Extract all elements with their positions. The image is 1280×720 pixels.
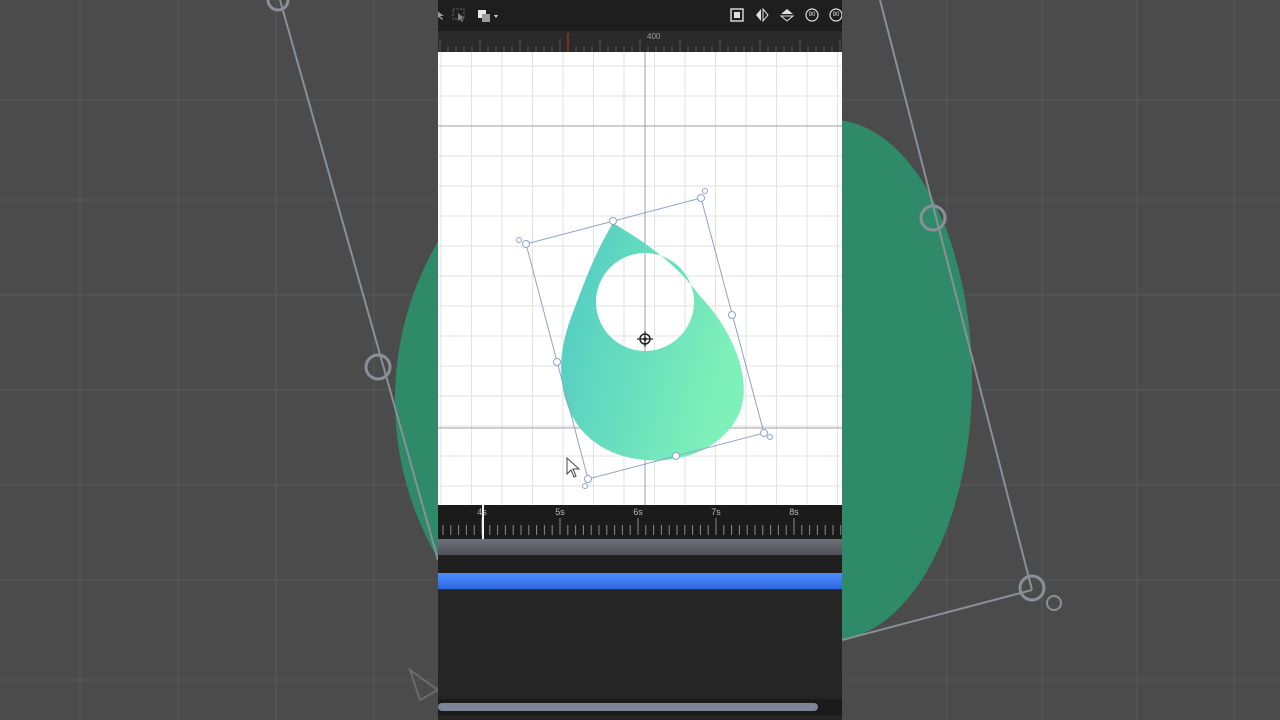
- teardrop-shape[interactable]: [561, 223, 744, 461]
- track-separator: [438, 555, 842, 573]
- tick-label-8s: 8s: [789, 507, 799, 517]
- rotate-left-90-icon[interactable]: 90: [804, 7, 820, 23]
- background-grid-right: [842, 0, 1280, 720]
- ruler-label: 400: [647, 32, 661, 41]
- tick-label-7s: 7s: [711, 507, 721, 517]
- background-left: [0, 0, 438, 720]
- canvas[interactable]: [438, 52, 842, 505]
- top-toolbar: 90 90: [438, 0, 842, 32]
- pivot-icon[interactable]: [637, 331, 653, 347]
- horizontal-ruler[interactable]: 400: [438, 31, 842, 52]
- flip-vertical-icon[interactable]: [779, 7, 795, 23]
- background-right: [842, 0, 1280, 720]
- background-shape-right: [842, 120, 972, 640]
- timeline-panel: 4s 5s 6s 7s 8s: [438, 505, 842, 720]
- background-shape-left: [395, 241, 438, 559]
- flip-horizontal-icon[interactable]: [754, 7, 770, 23]
- playhead[interactable]: [482, 505, 484, 539]
- timeline-scrollbar[interactable]: [438, 699, 842, 715]
- rotate-right-label: 90: [832, 12, 840, 18]
- rotate-left-label: 90: [808, 12, 816, 18]
- selected-animation-track[interactable]: [438, 573, 842, 589]
- editor-app: 90 90 400 5s 6s 7s 8s: [438, 0, 842, 720]
- select-tool-icon[interactable]: [438, 7, 448, 23]
- tick-label-6s: 6s: [633, 507, 643, 517]
- background-grid-left: [0, 0, 438, 720]
- empty-track-area[interactable]: [438, 589, 842, 694]
- time-ruler[interactable]: 4s 5s 6s 7s 8s: [438, 505, 842, 539]
- fit-frame-icon[interactable]: [729, 7, 745, 23]
- lasso-select-icon[interactable]: [451, 7, 467, 23]
- layer-track-bar[interactable]: [438, 539, 842, 555]
- mouse-cursor-icon: [566, 456, 581, 478]
- rotate-right-90-icon[interactable]: 90: [828, 7, 842, 23]
- timeline-scrollbar-thumb[interactable]: [438, 703, 818, 711]
- arrange-icon[interactable]: [476, 7, 502, 23]
- tick-label-5s: 5s: [555, 507, 565, 517]
